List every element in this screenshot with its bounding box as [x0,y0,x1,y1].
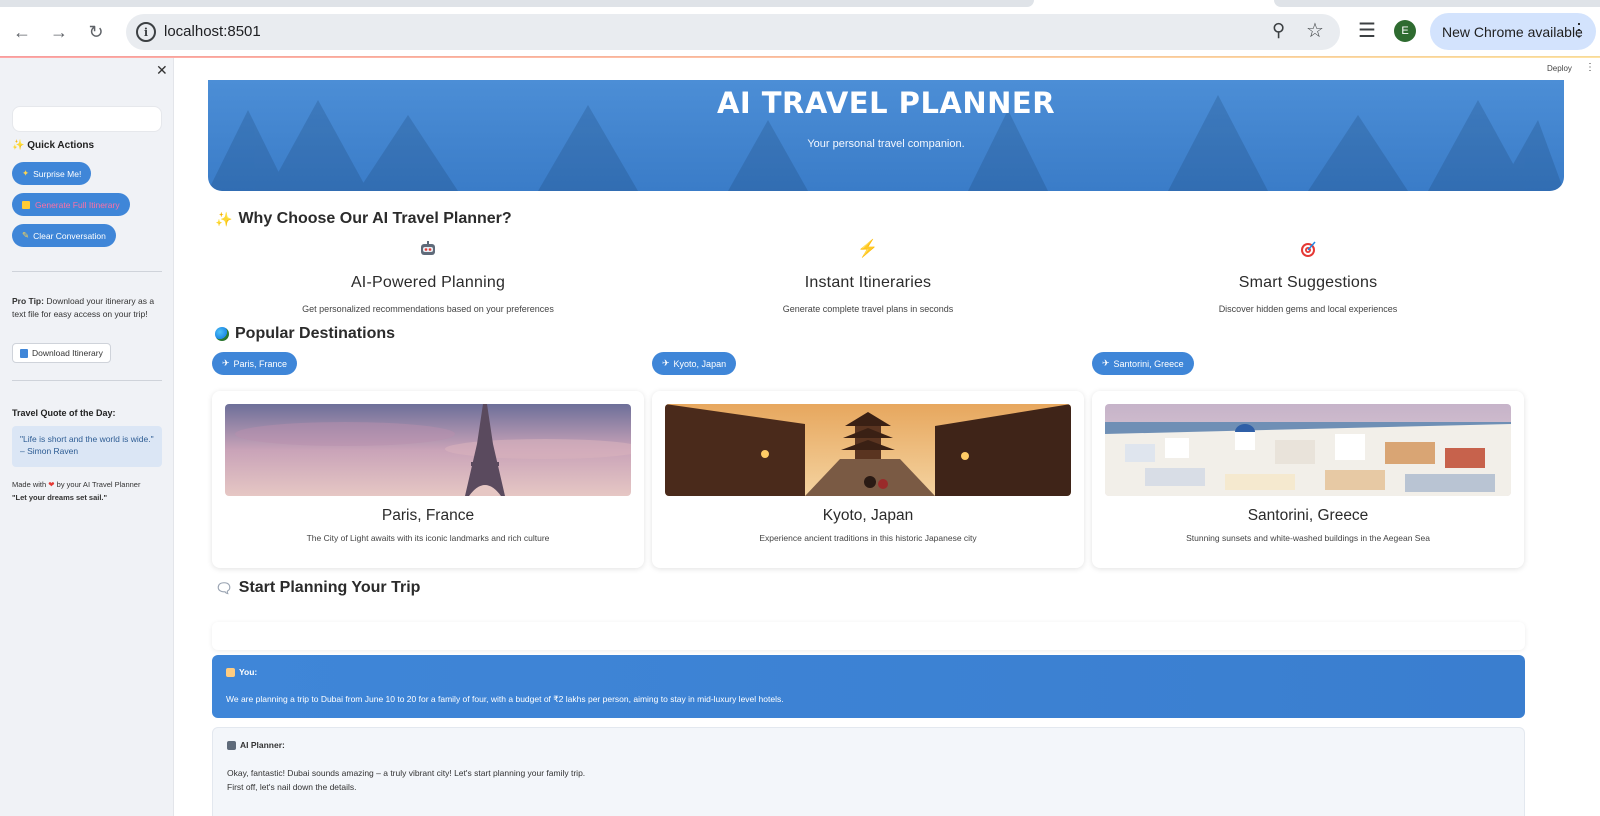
target-icon [1088,238,1528,260]
broom-icon: ✎ [22,230,30,240]
feature-description: Generate complete travel plans in second… [782,304,954,314]
inactive-tab[interactable] [1274,0,1600,7]
destinations-heading: Popular Destinations [215,325,395,343]
sidebar: ✕ ✨ Quick Actions ✦ Surprise Me! Generat… [0,58,174,816]
site-info-icon[interactable]: i [136,22,156,42]
divider [12,380,162,381]
page-title: AI TRAVEL PLANNER [716,86,1056,120]
update-chrome-button[interactable]: New Chrome available ⋮ [1430,13,1596,50]
user-message: You: We are planning a trip to Dubai fro… [212,655,1525,718]
hero-banner: AI TRAVEL PLANNER Your personal travel c… [208,80,1564,191]
app-menu-icon[interactable]: ⋮ [1585,62,1595,73]
globe-icon [215,327,229,341]
generate-itinerary-button[interactable]: Generate Full Itinerary [12,193,130,216]
page-subtitle: Your personal travel companion. [807,138,965,150]
deploy-button[interactable]: Deploy [1547,64,1572,73]
feature-card: ⚡ Instant Itineraries Generate complete … [648,238,1088,314]
destination-button-kyoto[interactable]: ✈ Kyoto, Japan [652,352,737,375]
quote-box: "Life is short and the world is wide." –… [12,426,162,467]
destination-card-santorini: Santorini, Greece Stunning sunsets and w… [1092,391,1524,568]
destination-button-santorini[interactable]: ✈ Santorini, Greece [1092,352,1194,375]
pro-tip-text: Pro Tip: Download your itinerary as a te… [12,296,155,319]
santorini-image [1105,404,1511,496]
sidebar-empty-input[interactable] [12,106,162,132]
download-itinerary-button[interactable]: Download Itinerary [12,343,111,363]
surprise-me-button[interactable]: ✦ Surprise Me! [12,162,92,185]
quote-title: Travel Quote of the Day: [12,408,116,418]
clear-conversation-button[interactable]: ✎ Clear Conversation [12,224,116,247]
feature-title: AI-Powered Planning [350,274,506,291]
airplane-icon: ✈ [1102,358,1110,368]
robot-icon [208,238,648,260]
ai-message-text: Okay, fantastic! Dubai sounds amazing – … [227,768,586,778]
airplane-icon: ✈ [222,358,230,368]
destination-description: Experience ancient traditions in this hi… [759,533,977,543]
feature-description: Get personalized recommendations based o… [302,304,554,314]
address-bar[interactable]: i localhost:8501 ⚲ ☆ [126,14,1340,50]
ai-message-text: First off, let's nail down the details. [227,782,357,792]
feature-card: AI-Powered Planning Get personalized rec… [208,238,648,314]
robot-icon [227,740,236,750]
feature-title: Instant Itineraries [804,274,932,291]
destination-card-kyoto: Kyoto, Japan Experience ancient traditio… [652,391,1084,568]
inactive-tab[interactable] [0,0,1034,7]
reload-icon[interactable]: ↻ [84,20,108,44]
sparkles-icon: ✨ [12,140,25,151]
download-icon [20,348,28,358]
destination-card-paris: Paris, France The City of Light awaits w… [212,391,644,568]
destination-button-paris[interactable]: ✈ Paris, France [212,352,298,375]
destination-title: Paris, France [381,507,475,524]
lightning-icon: ⚡ [857,239,879,258]
user-avatar-icon [226,667,235,677]
back-icon[interactable]: ← [10,20,34,44]
made-with-footer: Made with ❤ by your AI Travel Planner "L… [12,480,141,502]
feature-title: Smart Suggestions [1238,274,1378,291]
destination-description: The City of Light awaits with its iconic… [306,533,550,543]
wand-icon: ✦ [22,168,30,178]
profile-avatar[interactable]: E [1394,20,1416,42]
chat-heading: 🗨 Start Planning Your Trip [215,579,421,596]
quick-actions-title: ✨ Quick Actions [12,140,95,151]
update-chrome-label: New Chrome available [1442,23,1583,40]
ai-message: AI Planner: Okay, fantastic! Dubai sound… [212,727,1525,816]
zoom-icon[interactable]: ⚲ [1272,20,1285,41]
destination-description: Stunning sunsets and white-washed buildi… [1186,533,1430,543]
close-sidebar-icon[interactable]: ✕ [156,62,168,79]
destination-title: Santorini, Greece [1247,507,1369,524]
sparkles-icon: ✨ [215,210,233,227]
heart-icon: ❤ [48,480,55,489]
forward-icon[interactable]: → [47,20,71,44]
user-message-text: We are planning a trip to Dubai from Jun… [226,694,784,704]
ai-label: AI Planner: [240,740,285,750]
divider [12,271,162,272]
menu-kebab-icon[interactable]: ⋮ [1570,21,1588,39]
bookmark-star-icon[interactable]: ☆ [1306,18,1324,43]
why-section-heading: ✨ Why Choose Our AI Travel Planner? [215,210,512,227]
url-text[interactable]: localhost:8501 [164,23,261,40]
user-label: You: [239,667,258,677]
chat-container-top [212,622,1525,650]
kyoto-image [665,404,1071,496]
tab-strip [0,0,1600,7]
speech-bubble-icon: 🗨 [215,579,233,596]
calendar-icon [22,200,30,209]
main-content: Deploy ⋮ AI TRAVEL PLANNER Your personal… [175,58,1600,816]
airplane-icon: ✈ [662,358,670,368]
media-controls-icon[interactable]: ☰ [1358,18,1376,43]
feature-card: Smart Suggestions Discover hidden gems a… [1088,238,1528,314]
feature-description: Discover hidden gems and local experienc… [1218,304,1398,314]
paris-image [225,404,631,496]
browser-chrome: ← → ↻ i localhost:8501 ⚲ ☆ ☰ E New Chrom… [0,0,1600,58]
destination-title: Kyoto, Japan [822,507,914,524]
